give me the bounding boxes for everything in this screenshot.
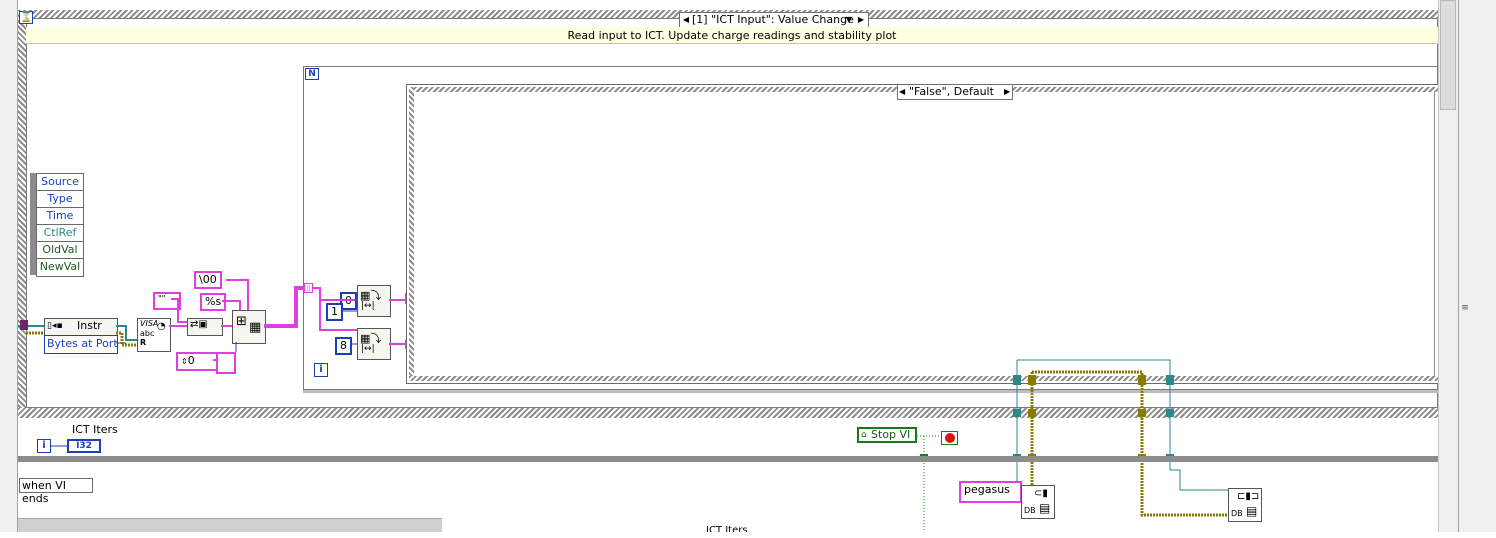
case-structure-bottom-border <box>409 376 1438 381</box>
event-data-newval[interactable]: NewVal <box>36 258 84 277</box>
right-pane <box>1458 0 1496 532</box>
bytes-at-port-label: Bytes at Port <box>47 337 118 350</box>
timeout-terminal-icon: ⌛ <box>19 11 33 24</box>
scan-from-string-node[interactable]: ⊞ ▦ <box>232 310 266 344</box>
string-indicator[interactable] <box>216 352 236 374</box>
case-structure[interactable] <box>406 84 1438 384</box>
offset-value: 0 <box>187 354 195 367</box>
array-subset-node-1[interactable]: ▦⤵ |↔| <box>357 285 391 317</box>
db-label: DB <box>1231 509 1243 518</box>
vertical-scrollbar-thumb[interactable] <box>1440 0 1456 110</box>
length-icon: |↔| <box>361 344 375 354</box>
event-case-selector[interactable]: ◀ [1] "ICT Input": Value Change ▼ ▶ <box>679 12 869 28</box>
empty-string-constant[interactable]: "" <box>153 292 181 310</box>
auto-index-tunnel[interactable]: ▯ <box>304 283 313 293</box>
increment-arrow-icon[interactable]: ▶ <box>1004 85 1010 99</box>
array-icon: ▦ <box>249 320 262 335</box>
decrement-arrow-icon[interactable]: ◀ <box>681 13 691 27</box>
stop-vi-local-variable[interactable]: ⌂ Stop VI <box>857 427 917 443</box>
event-structure-left-border <box>18 10 26 418</box>
database-icon: ▤ <box>1246 504 1258 518</box>
clock-icon: ◔ <box>157 321 166 332</box>
visa-property-node[interactable]: ▯◂▪ Instr <box>44 318 118 336</box>
event-case-label: [1] "ICT Input": Value Change <box>692 13 854 26</box>
array-subset-node-2[interactable]: ▦⤵ |↔| <box>357 328 391 360</box>
while-iteration-terminal[interactable]: i <box>37 439 51 453</box>
db-open-connection-node[interactable]: ⊂▮ DB ▤ <box>1021 485 1055 519</box>
pegasus-string-constant[interactable]: pegasus <box>959 481 1022 503</box>
visa-read-label: VISA <box>140 319 159 328</box>
iteration-terminal[interactable]: i <box>314 363 328 377</box>
read-icon: R <box>140 338 147 347</box>
bottom-partial-label: ICT Iters <box>706 525 748 536</box>
home-icon: ⌂ <box>861 430 867 440</box>
when-vi-ends-label[interactable]: when VI ends <box>19 478 93 505</box>
format-string-constant[interactable]: %s <box>200 293 227 311</box>
search-replace-icon: ⇄▣ <box>190 319 208 330</box>
length-icon: |↔| <box>361 301 375 311</box>
case-selector[interactable]: ◀ "False", Default ▶ <box>897 84 1013 100</box>
increment-arrow-icon[interactable]: ▶ <box>856 13 866 27</box>
index-eight-constant[interactable]: 8 <box>335 337 352 355</box>
while-loop-border <box>18 456 1438 462</box>
window-left-edge <box>0 0 18 532</box>
bytes-at-port-property[interactable]: Bytes at Port <box>44 335 118 354</box>
instr-label: Instr <box>77 319 102 332</box>
stop-icon <box>945 433 955 443</box>
index-one-constant[interactable]: 1 <box>326 303 343 321</box>
visa-read-node[interactable]: VISA abc R ◔ <box>137 318 171 352</box>
scan-string-icon: ⊞ <box>236 314 247 329</box>
dropdown-arrow-icon[interactable]: ▼ <box>844 13 854 27</box>
null-string-constant[interactable]: \00 <box>194 271 222 289</box>
search-replace-node[interactable]: ⇄▣ <box>187 318 223 336</box>
decrement-arrow-icon[interactable]: ◀ <box>899 85 905 99</box>
db-close-connection-node[interactable]: ⊏▮⊐ DB ▤ <box>1228 488 1262 522</box>
increment-icon: ⇕ <box>181 357 188 366</box>
case-structure-left-border <box>409 87 414 380</box>
plug-icon: ⊂▮ <box>1034 488 1048 499</box>
stop-vi-label: Stop VI <box>871 428 911 441</box>
ict-iters-indicator[interactable]: I32 <box>67 439 101 453</box>
case-selector-label: "False", Default <box>909 85 994 98</box>
abc-icon: abc <box>140 329 155 338</box>
database-icon: ▤ <box>1039 501 1051 515</box>
reference-icon: ▯◂▪ <box>47 321 63 331</box>
pane-splitter-icon[interactable]: ≡ <box>1461 300 1469 316</box>
plug-icon: ⊏▮⊐ <box>1237 491 1260 502</box>
event-structure-bottom-border <box>18 408 1438 418</box>
count-terminal[interactable]: N <box>305 68 319 80</box>
ict-iters-label: ICT Iters <box>72 423 118 436</box>
db-label: DB <box>1024 506 1036 515</box>
horizontal-scrollbar[interactable] <box>18 518 442 532</box>
subdiagram-label[interactable]: Read input to ICT. Update charge reading… <box>26 27 1438 44</box>
